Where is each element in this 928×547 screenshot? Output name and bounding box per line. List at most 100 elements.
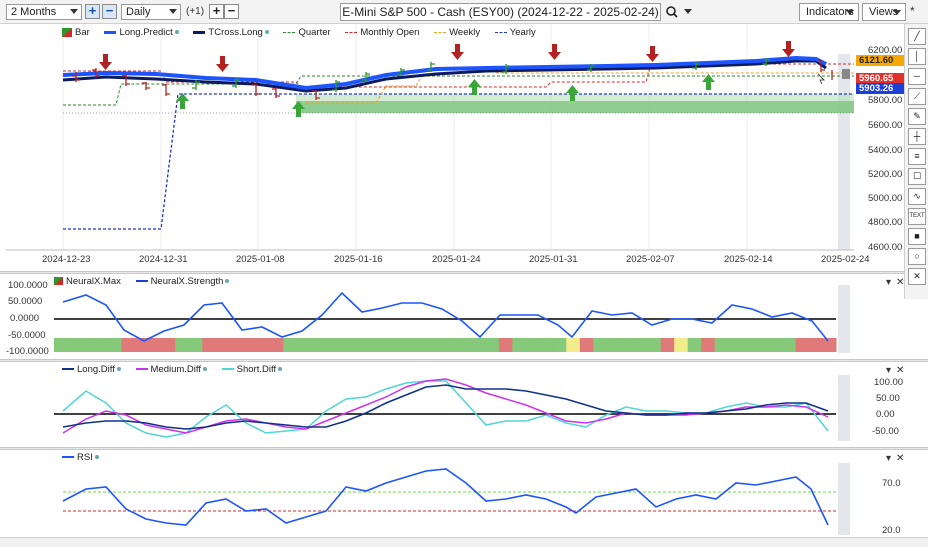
legend-medium-diff-label: Medium.Diff [150, 364, 202, 375]
neuralx-strip-cell [701, 338, 716, 352]
x-tick: 2025-01-24 [432, 254, 481, 265]
neuralx-strip-cell [809, 338, 823, 352]
legend-bar[interactable]: Bar [62, 27, 90, 38]
neuralx-strip-cell [175, 338, 190, 352]
text-tool-icon[interactable]: TEXT [908, 208, 926, 225]
neuralx-strip-cell [54, 338, 68, 352]
search-icon[interactable] [665, 5, 695, 19]
horizontal-line-icon[interactable]: ─ [908, 68, 926, 85]
legend-neuralx-max[interactable]: NeuralX.Max [54, 276, 121, 287]
y-tick: 0.00 [876, 409, 895, 420]
neuralx-strip-cell [498, 338, 513, 352]
neuralx-strip-cell [350, 338, 365, 352]
pencil-icon[interactable]: ╱ [908, 28, 926, 45]
wave-icon[interactable]: ∿ [908, 188, 926, 205]
brush-icon[interactable]: ✎ [908, 108, 926, 125]
neuralx-strip-cell [81, 338, 95, 352]
ray-icon[interactable]: ⟋ [908, 88, 926, 105]
x-tick: 2025-01-08 [236, 254, 285, 265]
legend-rsi[interactable]: RSI [62, 452, 99, 463]
circle-icon[interactable]: ○ [908, 248, 926, 265]
legend-quarter[interactable]: Quarter [283, 27, 331, 38]
close-icon[interactable]: ✕ [896, 365, 904, 376]
rsi-pane[interactable]: RSI 70.0 20.0 ▾ ✕ [6, 451, 906, 537]
period-select-value: 2 Months [11, 6, 57, 18]
star-marker: * [910, 4, 915, 18]
legend-yearly-label: Yearly [509, 27, 536, 38]
legend-long-predict[interactable]: Long.Predict [104, 27, 179, 38]
x-tick: 2024-12-31 [139, 254, 188, 265]
views-button[interactable]: Views [862, 3, 906, 21]
legend-weekly-label: Weekly [449, 27, 481, 38]
neuralx-strip-cell [148, 338, 163, 352]
pane-splitter[interactable] [0, 447, 928, 450]
zoom-in-button[interactable]: + [85, 4, 100, 19]
zoom-out-button[interactable]: − [102, 4, 117, 19]
neuralx-strip-cell [620, 338, 635, 352]
x-tick: 2024-12-23 [42, 254, 91, 265]
interval-select[interactable]: Daily [121, 4, 181, 20]
diff-legend: Long.Diff Medium.Diff Short.Diff [62, 364, 294, 375]
price-pane[interactable]: Bar Long.Predict TCross.Long Quarter Mon… [6, 24, 906, 271]
close-icon[interactable]: ✕ [896, 453, 904, 464]
legend-long-diff[interactable]: Long.Diff [62, 364, 121, 375]
price-legend: Bar Long.Predict TCross.Long Quarter Mon… [62, 27, 548, 38]
neuralx-strip-cell [728, 338, 743, 352]
legend-short-diff[interactable]: Short.Diff [221, 364, 283, 375]
neuralx-strip-cell [107, 338, 122, 352]
neuralx-strip-cell [485, 338, 500, 352]
rectangle-icon[interactable]: ■ [908, 228, 926, 245]
pane-collapse-icon[interactable]: ▾ [886, 277, 891, 288]
neuralx-strip-cell [674, 338, 689, 352]
interval-select-value: Daily [126, 6, 151, 18]
neuralx-strip-cell [377, 338, 392, 352]
comment-icon[interactable]: ☐ [908, 168, 926, 185]
crosshair-icon[interactable]: ┼ [908, 128, 926, 145]
legend-medium-diff[interactable]: Medium.Diff [135, 364, 208, 375]
legend-neuralx-strength-label: NeuralX.Strength [150, 276, 224, 287]
neuralx-strip-cell [687, 338, 702, 352]
diff-pane[interactable]: Long.Diff Medium.Diff Short.Diff 100.00 … [6, 363, 906, 447]
neuralx-strip-cell [552, 338, 567, 352]
y-tick: 5800.00 [868, 95, 903, 106]
offset-minus-button[interactable]: − [224, 4, 239, 19]
legend-tcross-long[interactable]: TCross.Long [193, 27, 269, 38]
fibonacci-icon[interactable]: ≡ [908, 148, 926, 165]
price-chart [6, 24, 854, 251]
neuralx-strip-cell [121, 338, 136, 352]
toolbar: 2 Months + − Daily (+1) + − E-Mini S&P 5… [0, 0, 928, 24]
x-tick: 2025-02-24 [821, 254, 870, 265]
neuralx-strip-cell [256, 338, 271, 352]
neuralx-strip-cell [714, 338, 729, 352]
y-tick: 4800.00 [868, 217, 903, 228]
neuralx-strip-cell [296, 338, 311, 352]
y-tick: 5200.00 [868, 169, 903, 180]
legend-monthly-open[interactable]: Monthly Open [345, 27, 419, 38]
legend-neuralx-strength[interactable]: NeuralX.Strength [135, 276, 230, 287]
legend-short-diff-label: Short.Diff [236, 364, 277, 375]
neuralx-legend: NeuralX.Max NeuralX.Strength [54, 276, 241, 287]
pane-collapse-icon[interactable]: ▾ [886, 453, 891, 464]
pane-splitter[interactable] [0, 271, 928, 274]
indicators-button[interactable]: Indicators [799, 3, 859, 21]
neuralx-strip-cell [229, 338, 244, 352]
neuralx-chart [54, 285, 850, 353]
horizontal-scrollbar[interactable] [0, 537, 928, 547]
pane-splitter[interactable] [0, 359, 928, 362]
y-tick: 50.00 [876, 393, 900, 404]
offset-plus-button[interactable]: + [209, 4, 224, 19]
neuralx-strip-cell [215, 338, 230, 352]
neuralx-pane[interactable]: NeuralX.Max NeuralX.Strength 100.0000 50… [6, 275, 906, 359]
y-tick: 20.0 [882, 525, 901, 536]
period-select[interactable]: 2 Months [6, 4, 82, 20]
symbol-title[interactable]: E-Mini S&P 500 - Cash (ESY00) (2024-12-2… [340, 3, 661, 21]
chevron-down-icon [893, 10, 901, 15]
legend-weekly[interactable]: Weekly [434, 27, 480, 38]
neuralx-strip-cell [445, 338, 459, 352]
legend-yearly[interactable]: Yearly [494, 27, 536, 38]
vertical-line-icon[interactable]: │ [908, 48, 926, 65]
neuralx-strip-cell [633, 338, 648, 352]
close-icon[interactable]: ✕ [908, 268, 926, 285]
y-tick: 0.0000 [10, 313, 40, 324]
pane-collapse-icon[interactable]: ▾ [886, 365, 891, 376]
